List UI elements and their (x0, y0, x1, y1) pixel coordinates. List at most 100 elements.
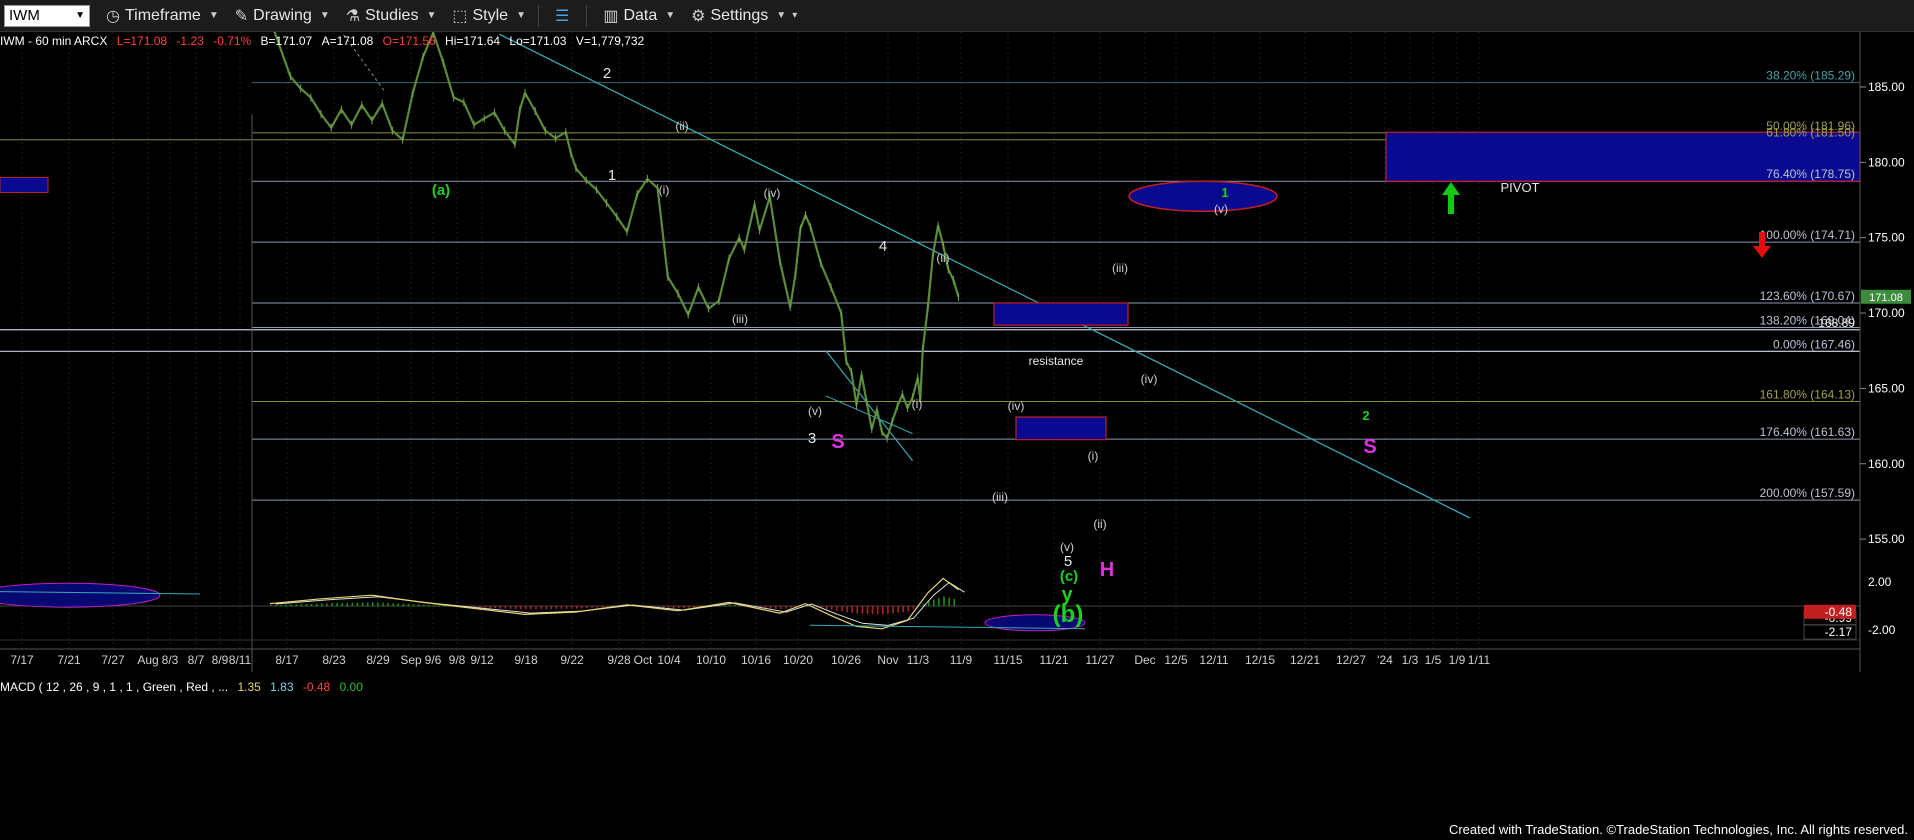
macd-histogram-bar (729, 604, 731, 607)
macd-histogram-bar (581, 606, 583, 609)
x-tick-label: Nov (877, 653, 898, 667)
macd-histogram-bar (825, 606, 828, 610)
x-tick-label: 10/20 (783, 653, 813, 667)
timeframe-label: Timeframe (124, 6, 201, 24)
wave-label: (iii) (992, 490, 1008, 504)
x-tick-label: 9/18 (514, 653, 538, 667)
wave-label: (i) (1088, 449, 1099, 463)
price-chart[interactable]: 38.20% (185.29)50.00% (181.96)61.80% (18… (0, 32, 1914, 820)
style-button[interactable]: ⬚ Style ▼ (452, 6, 526, 26)
drawing-button[interactable]: ✎ Drawing ▼ (235, 6, 330, 26)
level-tag-label: 168.89 (1818, 316, 1855, 330)
wave-label: (ii) (936, 251, 949, 265)
x-tick-label: 7/17 (10, 653, 34, 667)
macd-histogram-bar (504, 606, 507, 609)
settings-button[interactable]: ⚙ Settings ▼ ▾ (691, 6, 797, 26)
macd-histogram-bar (331, 603, 333, 607)
style-icon: ⬚ (452, 7, 468, 25)
settings-label: Settings (710, 6, 769, 24)
last-price-tag-label: 171.08 (1869, 292, 1903, 304)
x-tick-label: 11/3 (907, 653, 930, 667)
pattern-label: S (1363, 436, 1376, 458)
y-tick-label: 160.00 (1868, 457, 1905, 471)
y-tick-label: 165.00 (1868, 381, 1905, 395)
macd-histogram-bar (902, 606, 904, 613)
macd-histogram-bar (938, 598, 940, 607)
macd-histogram-bar (443, 605, 445, 607)
macd-histogram-bar (392, 603, 394, 607)
x-tick-label: 8/9 (212, 653, 229, 667)
macd-histogram-bar (876, 606, 879, 615)
macd-histogram-bar (412, 604, 415, 607)
macd-histogram-bar (912, 606, 915, 610)
resistance-box (993, 302, 1129, 326)
macd-histogram-bar (310, 603, 313, 607)
wave-label: (iv) (1141, 372, 1158, 386)
macd-histogram-bar (565, 606, 568, 609)
fib-level-label: 100.00% (174.71) (1760, 228, 1855, 242)
macd-histogram-bar (295, 604, 298, 607)
macd-histogram-bar (550, 606, 553, 610)
wave-label-green: 2 (1362, 408, 1369, 423)
fib-level-label: 123.60% (170.67) (1760, 289, 1855, 303)
x-tick-label: Aug (137, 653, 158, 667)
macd-histogram-bar (897, 606, 899, 613)
macd-histogram-bar (545, 606, 547, 610)
data-label: Data (623, 6, 658, 24)
macd-histogram-bar (479, 606, 481, 608)
x-tick-label: 9/12 (470, 653, 494, 667)
last-price: L=171.08 (116, 34, 168, 48)
x-tick-label: 9/28 (607, 653, 631, 667)
macd-histogram-bar (300, 604, 303, 607)
macd-histogram-bar (866, 606, 869, 614)
macd-histogram-bar (366, 602, 369, 607)
macd-value-3: -0.48 (302, 680, 331, 694)
x-tick-label: 1/11 (1468, 653, 1491, 667)
macd-histogram-bar (662, 606, 665, 608)
pattern-label: S (831, 431, 844, 453)
x-tick-label: 11/21 (1039, 653, 1068, 667)
macd-histogram-bar (382, 602, 384, 607)
macd-histogram-bar (397, 603, 400, 607)
macd-histogram-bar (856, 606, 859, 614)
macd-histogram-bar (871, 606, 874, 615)
wave-label-green: (b) (1053, 601, 1084, 628)
macd-histogram-bar (678, 606, 680, 609)
wave-label: (i) (912, 397, 923, 411)
data-button[interactable]: ▥ Data ▼ (603, 6, 675, 26)
macd-value-4: 0.00 (339, 680, 363, 694)
macd-histogram-bar (438, 605, 440, 607)
studies-button[interactable]: ⚗ Studies ▼ (346, 6, 437, 26)
fib-level-label: 38.20% (185.29) (1766, 69, 1855, 83)
style-label: Style (472, 6, 509, 24)
macd-histogram-bar (336, 603, 338, 607)
x-tick-label: Sep (400, 653, 422, 667)
symbol-dropdown[interactable]: IWM ▼ (4, 4, 90, 27)
macd-histogram-bar (672, 606, 675, 608)
macd-histogram-bar (933, 599, 935, 607)
x-tick-label: 12/21 (1290, 653, 1320, 667)
macd-histogram-bar (576, 606, 578, 609)
macd-histogram-bar (667, 606, 670, 608)
macd-histogram-bar (341, 602, 343, 607)
macd-histogram-bar (586, 606, 588, 609)
macd-histogram-bar (591, 606, 593, 608)
macd-histogram-bar (693, 606, 695, 608)
x-tick-label: 8/17 (275, 653, 299, 667)
x-tick-label: 1/9 (1449, 653, 1466, 667)
wave-label: (v) (1060, 540, 1074, 554)
pattern-label: H (1100, 559, 1114, 581)
x-tick-label: 8/7 (188, 653, 205, 667)
layout-button[interactable]: ☰ (555, 6, 574, 26)
macd-histogram-bar (280, 604, 282, 607)
open-price: O=171.56 (382, 34, 436, 48)
macd-histogram-bar (321, 603, 323, 607)
chevron-down-icon: ▼ (665, 10, 676, 21)
macd-histogram-bar (351, 602, 354, 607)
macd-histogram-bar (882, 606, 884, 615)
macd-histogram-bar (428, 604, 430, 607)
macd-histogram-bar (846, 606, 848, 613)
macd-histogram-bar (407, 603, 410, 607)
timeframe-button[interactable]: ◷ Timeframe ▼ (106, 6, 219, 26)
macd-histogram-bar (484, 606, 486, 608)
